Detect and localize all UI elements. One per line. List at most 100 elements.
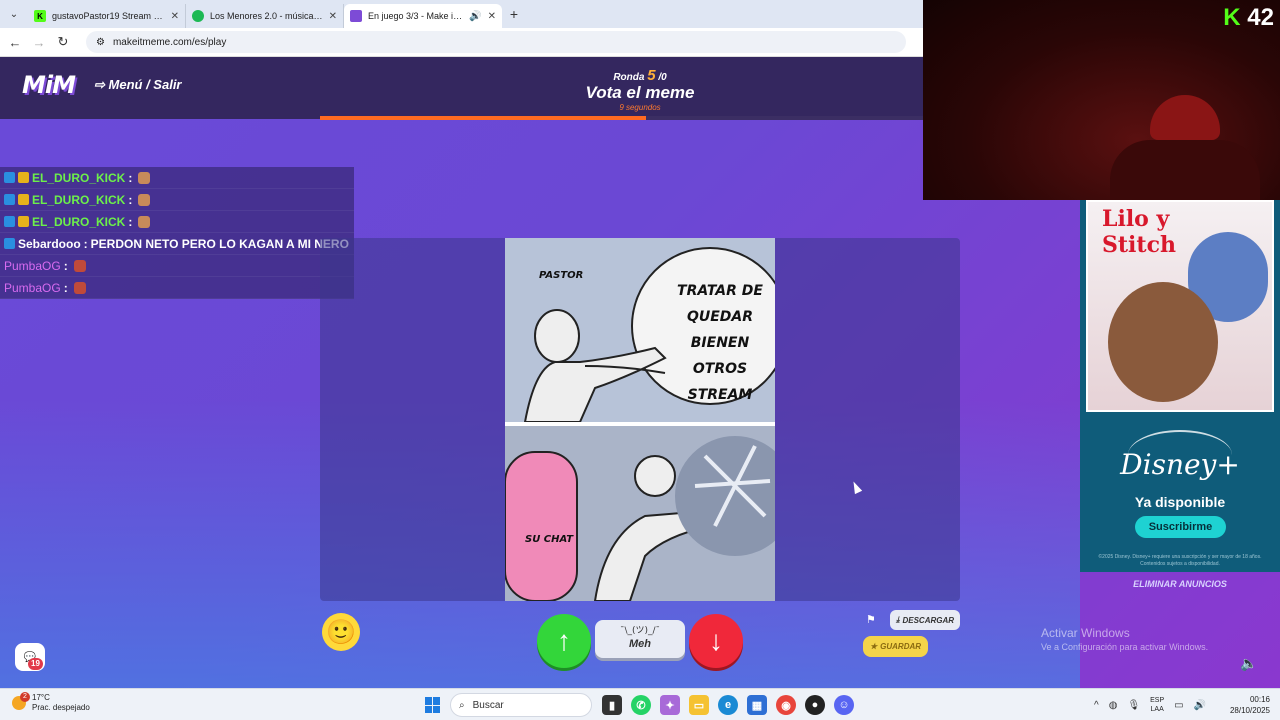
save-button[interactable]: ★ GUARDAR	[863, 636, 928, 657]
tab-search-icon[interactable]: ⌄	[0, 0, 28, 28]
meme-bottom-panel: SU CHAT	[505, 426, 775, 601]
download-button[interactable]: ⤓ DESCARGAR	[890, 610, 960, 630]
edge-icon[interactable]: e	[718, 695, 738, 715]
volume-icon[interactable]: 🔈	[1240, 655, 1257, 672]
crown-badge-icon	[18, 172, 29, 183]
verified-badge-icon	[4, 238, 15, 249]
reload-icon[interactable]: ↻	[54, 34, 72, 50]
shrug-face: ¯\_(ツ)_/¯	[619, 626, 661, 636]
url-input[interactable]: ⚙ makeitmeme.com/es/play	[86, 31, 906, 53]
save-label: GUARDAR	[880, 642, 922, 651]
store-icon[interactable]: ▦	[747, 695, 767, 715]
close-tab-icon[interactable]: ✕	[171, 11, 179, 22]
taskbar-search-input[interactable]: ⌕ Buscar	[450, 693, 592, 717]
meme-ball-line: QUEDAR BIENEN	[686, 309, 754, 351]
chat-separator: :	[128, 214, 133, 229]
chat-text: PERDON NETO PERO LO KAGAN A MI NERO	[90, 236, 349, 251]
subscribe-button[interactable]: Suscribirme	[1135, 516, 1226, 538]
activate-subtitle: Ve a Configuración para activar Windows.	[1041, 642, 1209, 652]
chrome-icon[interactable]: ◉	[776, 695, 796, 715]
search-icon: ⌕	[459, 699, 465, 711]
weather-text: 17°C Prac. despejado	[32, 693, 90, 713]
address-bar-row: ← → ↻ ⚙ makeitmeme.com/es/play	[0, 28, 923, 57]
mim-logo[interactable]: MiM	[22, 71, 76, 99]
chat-message: EL_DURO_KICK :	[0, 211, 354, 233]
ad-available-text: Ya disponible	[1134, 494, 1226, 510]
ad-person-illustration	[1108, 282, 1218, 402]
obs-icon[interactable]: ●	[805, 695, 825, 715]
file-explorer-icon[interactable]: ▭	[689, 695, 709, 715]
chat-username: EL_DURO_KICK	[32, 214, 126, 229]
emote-icon	[138, 193, 151, 206]
upvote-button[interactable]: ↑	[537, 614, 591, 668]
meme-image: PASTOR TRATAR DE QUEDAR BIENEN OTROS STR…	[505, 238, 775, 601]
network-icon[interactable]: ◍	[1109, 700, 1118, 711]
url-text: makeitmeme.com/es/play	[112, 36, 227, 48]
report-flag-icon[interactable]: ⚑	[866, 613, 876, 626]
language-indicator[interactable]: ESP LAA	[1150, 696, 1164, 714]
system-tray: ^ ◍ 🎙 ESP LAA ▭ 🔊	[1094, 696, 1206, 714]
tab-kick-stream[interactable]: K gustavoPastor19 Stream - Watc ✕	[28, 4, 186, 28]
meme-label-chat: SU CHAT	[525, 534, 574, 545]
forward-icon[interactable]: →	[30, 35, 48, 50]
ad-title-line: Lilo y	[1102, 206, 1170, 232]
chat-message: PumbaOG :	[0, 277, 354, 299]
weather-widget[interactable]: 2 17°C Prac. despejado	[12, 692, 90, 713]
downvote-button[interactable]: ↓	[689, 614, 743, 668]
task-view-icon[interactable]: ▮	[602, 695, 622, 715]
tab-title: gustavoPastor19 Stream - Watc	[52, 11, 165, 21]
browser-tab-bar: ⌄ K gustavoPastor19 Stream - Watc ✕ Los …	[0, 0, 923, 28]
weather-condition: Prac. despejado	[32, 703, 90, 712]
new-tab-button[interactable]: +	[502, 6, 526, 22]
microphone-icon[interactable]: 🎙	[1127, 700, 1140, 711]
windows-start-icon[interactable]	[425, 697, 441, 713]
crown-badge-icon	[18, 216, 29, 227]
tab-make-it-meme[interactable]: En juego 3/3 - Make it Meme 🔊 ✕	[344, 4, 502, 28]
reaction-emoji-button[interactable]: 🙂	[322, 613, 360, 651]
kick-number: 42	[1247, 4, 1274, 31]
tab-spotify[interactable]: Los Menores 2.0 - música y letr ✕	[186, 4, 344, 28]
chat-separator: :	[83, 236, 88, 251]
chat-username: PumbaOG	[4, 280, 61, 295]
copilot-icon[interactable]: ✦	[660, 695, 680, 715]
language-code: ESP	[1150, 697, 1165, 704]
display-icon[interactable]: ▭	[1174, 700, 1183, 711]
back-icon[interactable]: ←	[6, 35, 24, 50]
download-label: DESCARGAR	[902, 615, 955, 625]
timer-bar-fill	[320, 116, 646, 120]
meh-label: Meh	[629, 638, 651, 650]
discord-icon[interactable]: ☺	[834, 695, 854, 715]
meme-ball-line: TRATAR DE	[677, 283, 763, 299]
clock[interactable]: 00:16 28/10/2025	[1222, 694, 1270, 716]
chat-username: EL_DURO_KICK	[32, 192, 126, 207]
chevron-up-icon[interactable]: ^	[1094, 700, 1099, 711]
tray-volume-icon[interactable]: 🔊	[1194, 700, 1206, 711]
activate-title: Activar Windows	[1041, 626, 1130, 640]
whatsapp-icon[interactable]: ✆	[631, 695, 651, 715]
taskbar: 2 17°C Prac. despejado ⌕ Buscar ▮ ✆ ✦ ▭ …	[0, 688, 1280, 720]
emote-icon	[73, 281, 86, 294]
advertisement[interactable]: Lilo y Stitch Disney+ Ya disponible Susc…	[1080, 200, 1280, 572]
meme-top-panel: PASTOR TRATAR DE QUEDAR BIENEN OTROS STR…	[505, 238, 775, 423]
speaker-icon[interactable]: 🔊	[469, 11, 481, 22]
taskbar-apps: ▮ ✆ ✦ ▭ e ▦ ◉ ● ☺	[602, 695, 854, 715]
chat-separator: :	[128, 192, 133, 207]
ad-legal-text: ©2025 Disney. Disney+ requiere una suscr…	[1098, 554, 1262, 567]
meme-label-ball: TRATAR DE QUEDAR BIENEN OTROS STREAM	[665, 278, 775, 408]
meme-ball-line: OTROS STREAM	[687, 361, 753, 403]
chat-message: PumbaOG :	[0, 255, 354, 277]
menu-exit-button[interactable]: ⇨ Menú / Salir	[94, 77, 182, 93]
crown-badge-icon	[18, 194, 29, 205]
site-info-icon[interactable]: ⚙	[96, 37, 105, 48]
kick-icon: K	[34, 10, 46, 22]
close-tab-icon[interactable]: ✕	[329, 11, 337, 22]
arrow-down-icon: ↓	[709, 625, 723, 656]
chat-count-badge: 19	[28, 658, 43, 670]
smiley-icon: 🙂	[326, 618, 356, 646]
emote-icon	[138, 215, 151, 228]
close-tab-icon[interactable]: ✕	[488, 11, 496, 22]
remove-ads-link[interactable]: ELIMINAR ANUNCIOS	[1080, 579, 1280, 589]
chat-message: EL_DURO_KICK :	[0, 189, 354, 211]
meh-button[interactable]: ¯\_(ツ)_/¯ Meh	[595, 620, 685, 658]
spotify-icon	[192, 10, 204, 22]
